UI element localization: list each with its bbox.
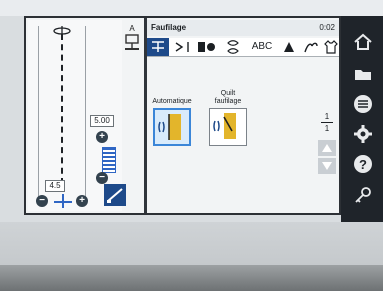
folder-icon[interactable] [353,64,373,84]
touch-screen: 5.00 + − 4.5 − + A Faufilage 0:02 ABC Au… [24,16,341,215]
stitch-automatique[interactable] [153,108,191,146]
personal-stitch-icon [304,42,318,53]
basting-stitch-icon [158,114,181,140]
settings-icon[interactable] [353,124,373,144]
quilt-icon [284,42,294,52]
stitch-automatique-label: Automatique [152,98,192,105]
key-icon[interactable] [353,186,373,206]
tab-garment[interactable] [323,38,339,56]
svg-text:?: ? [359,157,367,172]
help-icon[interactable]: ? [353,154,373,174]
device-base-shadow [0,265,383,291]
page-indicator: 1 1 [318,112,336,133]
tab-decorative[interactable] [221,38,245,56]
title-bar: Faufilage 0:02 [147,20,339,36]
buttonhole-icon [198,42,215,52]
scroll-down-button[interactable] [318,158,336,174]
tab-alphabet[interactable]: ABC [247,38,277,56]
decorative-stitch-icon [227,40,239,54]
stitch-line-preview [61,34,63,184]
presser-foot-icon [125,34,139,50]
stitch-category-tabs: ABC [147,38,339,57]
tab-buttonholes[interactable] [195,38,219,56]
scroll-up-button[interactable] [318,140,336,156]
device-bezel-top [0,0,383,16]
clock-readout: 0:02 [319,23,335,32]
tab-stitch-category[interactable] [171,38,193,56]
tab-personal[interactable] [301,38,321,56]
page-current: 1 [324,112,330,121]
right-sidebar: ? [341,16,383,223]
page-title: Faufilage [151,23,187,32]
stitch-width-value: 4.5 [45,180,65,192]
stitch-edit-icon[interactable] [104,184,126,206]
length-increase-button[interactable]: + [96,131,108,143]
needle-position-area [38,26,86,198]
stitch-length-value: 5.00 [90,115,114,127]
stitch-length-scale [102,147,116,173]
garment-icon [324,40,338,54]
tab-utility[interactable] [147,38,169,56]
width-increase-button[interactable]: + [76,195,88,207]
arrow-up-icon [322,144,332,152]
presser-foot-label: A [129,24,135,33]
length-decrease-button[interactable]: − [96,172,108,184]
menu-icon[interactable] [353,94,373,114]
width-control: − + [36,194,96,208]
stitch-quilt-faufilage-label: Quilt faufilage [214,90,242,105]
presser-foot-indicator: A [122,24,142,56]
arrow-down-icon [322,162,332,170]
home-icon[interactable] [353,32,373,52]
page-total: 1 [324,124,330,133]
utility-stitch-icon [152,41,164,52]
tab-quilting[interactable] [279,38,299,56]
stitch-quilt-faufilage[interactable] [209,108,247,146]
width-decrease-button[interactable]: − [36,195,48,207]
zigzag-icon [175,42,189,52]
page-divider [321,122,333,123]
quilt-basting-icon [213,113,236,139]
needle-width-icon [54,194,72,208]
stitch-preview-panel: 5.00 + − 4.5 − + [28,20,126,211]
